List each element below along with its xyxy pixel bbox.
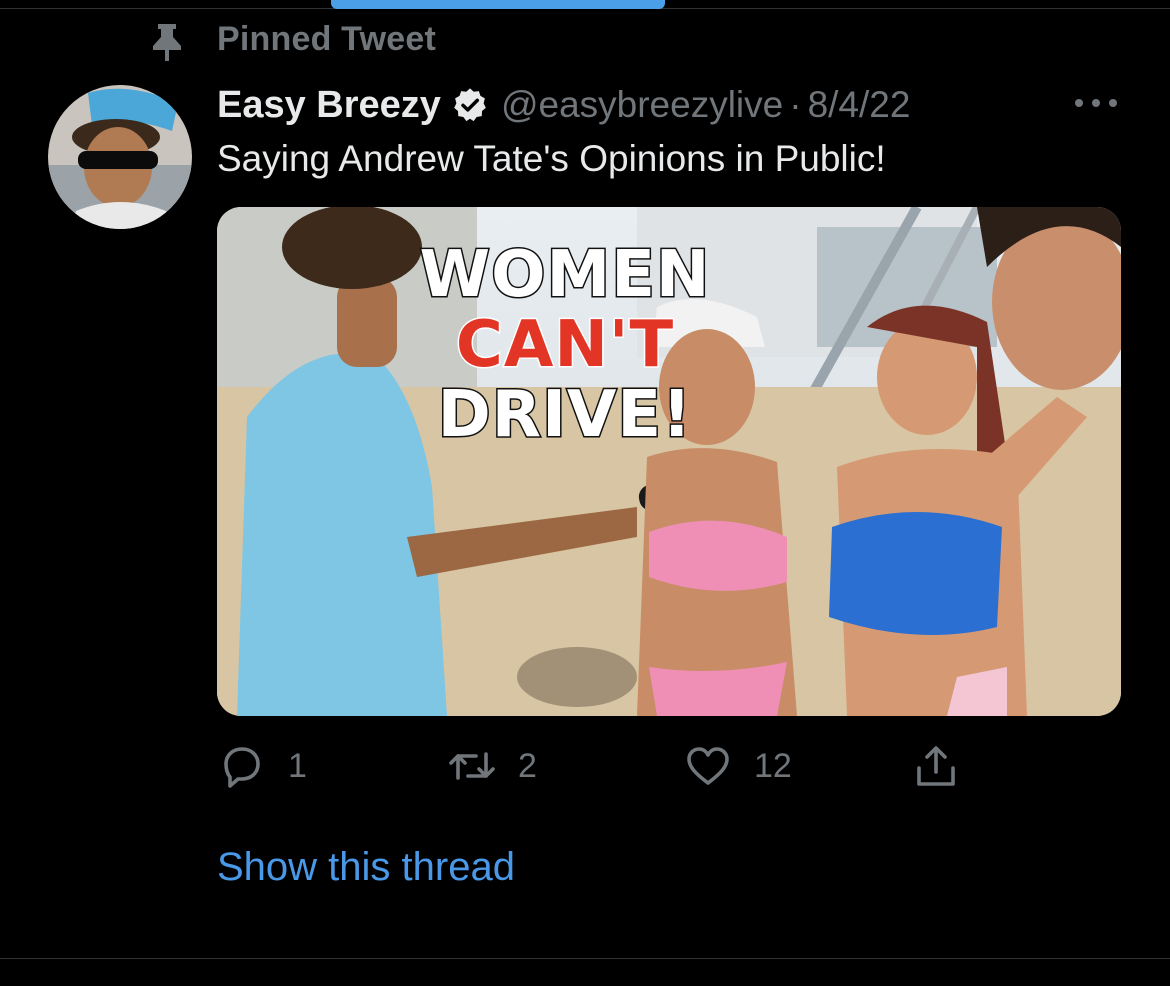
- reply-icon: [224, 747, 260, 788]
- like-count: 12: [754, 746, 792, 785]
- author-display-name[interactable]: Easy Breezy: [217, 84, 441, 127]
- thumbnail-title-line-2: CAN'T: [454, 308, 675, 382]
- author-handle[interactable]: @easybreezylive: [501, 84, 783, 126]
- thumbnail-title-line-1: WOMEN: [418, 238, 711, 312]
- thumbnail-title-line-3: DRIVE!: [436, 378, 693, 452]
- show-thread-link[interactable]: Show this thread: [217, 845, 515, 890]
- heart-icon: [687, 747, 729, 785]
- tweet-header: Easy Breezy @easybreezylive · 8/4/22: [217, 80, 910, 130]
- retweet-button[interactable]: 2: [448, 740, 537, 792]
- tweet-text: Saying Andrew Tate's Opinions in Public!: [217, 138, 886, 179]
- reply-button[interactable]: 1: [218, 740, 307, 792]
- reply-count: 1: [288, 746, 307, 785]
- separator-dot: ·: [789, 84, 802, 125]
- more-options-icon[interactable]: [1072, 93, 1120, 113]
- share-icon: [917, 746, 955, 786]
- verified-badge-icon: [454, 88, 486, 122]
- share-button[interactable]: [912, 740, 960, 792]
- scroll-indicator: [331, 0, 665, 9]
- thumbnail-title: WOMEN CAN'T DRIVE!: [415, 238, 715, 452]
- bottom-divider: [0, 958, 1170, 959]
- tweet-date[interactable]: 8/4/22: [808, 84, 911, 126]
- pinned-tweet-label: Pinned Tweet: [217, 20, 437, 58]
- retweet-icon: [449, 752, 495, 780]
- retweet-count: 2: [518, 746, 537, 785]
- avatar[interactable]: [48, 85, 192, 229]
- like-button[interactable]: 12: [684, 740, 792, 792]
- pin-icon: [153, 24, 181, 61]
